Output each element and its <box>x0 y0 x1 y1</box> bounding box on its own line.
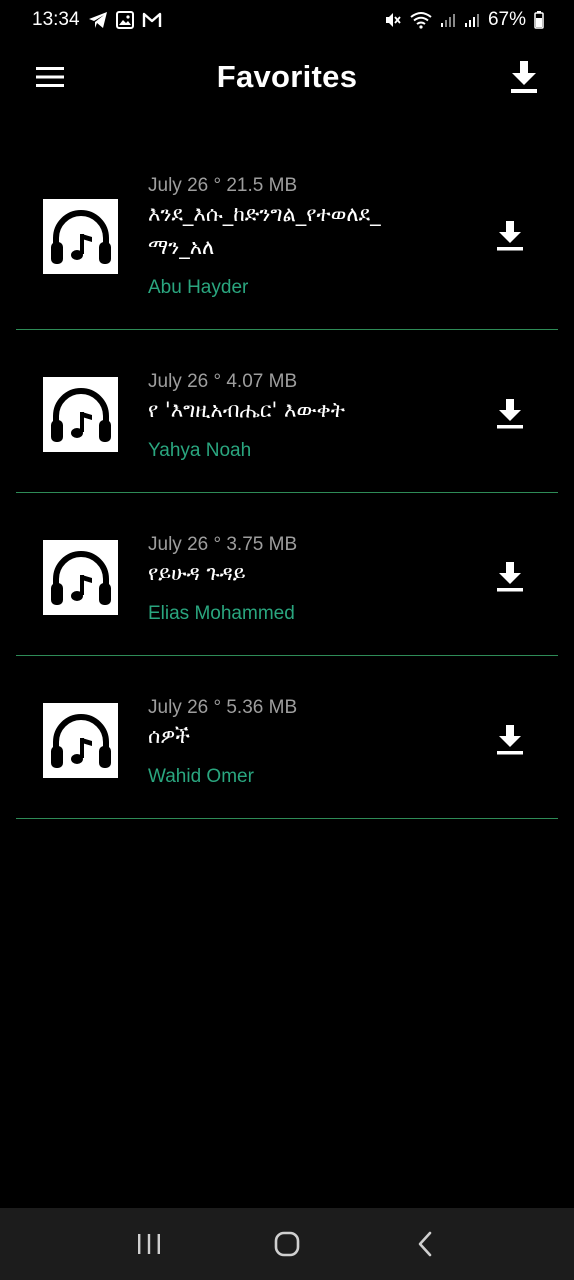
signal-icon <box>464 12 480 28</box>
battery-icon <box>534 11 544 29</box>
download-icon[interactable] <box>490 557 530 597</box>
item-meta: July 26 ° 5.36 MB <box>148 697 298 718</box>
download-icon[interactable] <box>490 216 530 256</box>
item-artist: Yahya Noah <box>148 440 252 461</box>
battery-level: 67% <box>487 9 526 30</box>
status-bar: 13:34 67% <box>0 0 574 40</box>
item-meta: July 26 ° 3.75 MB <box>148 534 298 555</box>
item-meta: July 26 ° 4.07 MB <box>148 371 298 392</box>
item-title: እንደ_እሱ_ከድንግል_የተወለደ_ ማን_አለ <box>148 202 381 259</box>
gmail-icon <box>142 12 162 28</box>
home-icon[interactable] <box>257 1214 317 1274</box>
recent-apps-icon[interactable] <box>119 1214 179 1274</box>
item-text: July 26 ° 5.36 MB ሰዎች Wahid Omer <box>148 696 448 789</box>
signal-icon <box>440 12 456 28</box>
status-left: 13:34 <box>32 9 162 31</box>
item-text: July 26 ° 3.75 MB የይሁዳ ጉዳይ Elias Mohamme… <box>148 533 448 626</box>
list-item[interactable]: July 26 ° 4.07 MB የ 'እግዚአብሔር' እውቀት Yahya… <box>16 330 558 493</box>
headphones-music-icon <box>43 199 118 274</box>
list-item[interactable]: July 26 ° 5.36 MB ሰዎች Wahid Omer <box>16 656 558 819</box>
system-nav-bar <box>0 1208 574 1280</box>
list-item[interactable]: July 26 ° 3.75 MB የይሁዳ ጉዳይ Elias Mohamme… <box>16 493 558 656</box>
back-icon[interactable] <box>395 1214 455 1274</box>
item-title: ሰዎች <box>148 724 190 748</box>
status-time: 13:34 <box>32 9 80 30</box>
item-artist: Elias Mohammed <box>148 603 295 624</box>
mute-icon <box>384 11 402 29</box>
item-title: የይሁዳ ጉዳይ <box>148 561 246 585</box>
item-text: July 26 ° 21.5 MB እንደ_እሱ_ከድንግል_የተወለደ_ ማን… <box>148 174 448 300</box>
app-bar: Favorites <box>0 40 574 114</box>
headphones-music-icon <box>43 377 118 452</box>
screen: 13:34 67% Favorites July 26 ° 21.5 MB እን… <box>0 0 574 1280</box>
item-meta: July 26 ° 21.5 MB <box>148 175 298 196</box>
headphones-music-icon <box>43 540 118 615</box>
wifi-icon <box>410 11 432 29</box>
download-icon[interactable] <box>502 55 546 99</box>
item-artist: Wahid Omer <box>148 766 254 787</box>
hamburger-menu-icon[interactable] <box>28 55 72 99</box>
download-icon[interactable] <box>490 720 530 760</box>
item-text: July 26 ° 4.07 MB የ 'እግዚአብሔር' እውቀት Yahya… <box>148 370 448 463</box>
download-icon[interactable] <box>490 394 530 434</box>
page-title: Favorites <box>216 59 358 94</box>
item-artist: Abu Hayder <box>148 277 249 298</box>
telegram-icon <box>88 11 108 29</box>
list-item[interactable]: July 26 ° 21.5 MB እንደ_እሱ_ከድንግል_የተወለደ_ ማን… <box>16 150 558 330</box>
item-title: የ 'እግዚአብሔር' እውቀት <box>148 398 345 422</box>
gallery-icon <box>115 11 134 29</box>
status-right: 67% <box>384 9 544 31</box>
favorites-list: July 26 ° 21.5 MB እንደ_እሱ_ከድንግል_የተወለደ_ ማን… <box>16 150 558 819</box>
headphones-music-icon <box>43 703 118 778</box>
